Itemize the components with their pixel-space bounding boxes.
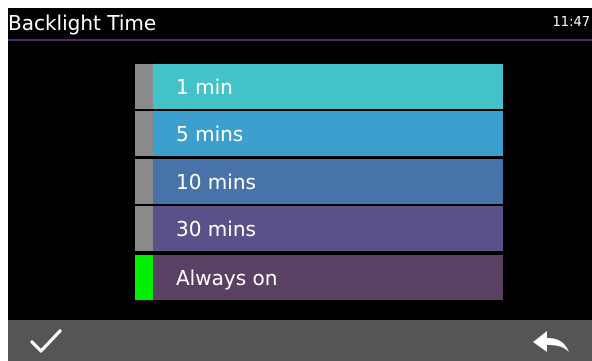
screen: Backlight Time 11:47 1 min 5 mins 10 min…	[8, 8, 592, 361]
confirm-button[interactable]	[28, 326, 64, 356]
selection-indicator	[135, 111, 153, 156]
option-label: Always on	[176, 266, 278, 290]
option-10-mins[interactable]: 10 mins	[135, 159, 503, 204]
selection-indicator	[135, 64, 153, 109]
option-label: 10 mins	[176, 170, 256, 194]
back-button[interactable]	[530, 326, 574, 356]
selection-indicator	[135, 159, 153, 204]
bottom-bar	[8, 320, 592, 361]
back-arrow-icon	[533, 331, 569, 352]
checkmark-icon	[30, 329, 62, 353]
clock: 11:47	[552, 15, 590, 30]
option-label: 30 mins	[176, 217, 256, 241]
option-label: 1 min	[176, 75, 233, 99]
title-bar: Backlight Time 11:47	[8, 8, 592, 41]
selection-indicator	[135, 206, 153, 251]
option-always-on[interactable]: Always on	[135, 255, 503, 300]
option-30-mins[interactable]: 30 mins	[135, 206, 503, 251]
option-label: 5 mins	[176, 122, 244, 146]
option-5-mins[interactable]: 5 mins	[135, 111, 503, 156]
option-1-min[interactable]: 1 min	[135, 64, 503, 109]
selection-indicator	[135, 255, 153, 300]
page-title: Backlight Time	[8, 11, 157, 35]
